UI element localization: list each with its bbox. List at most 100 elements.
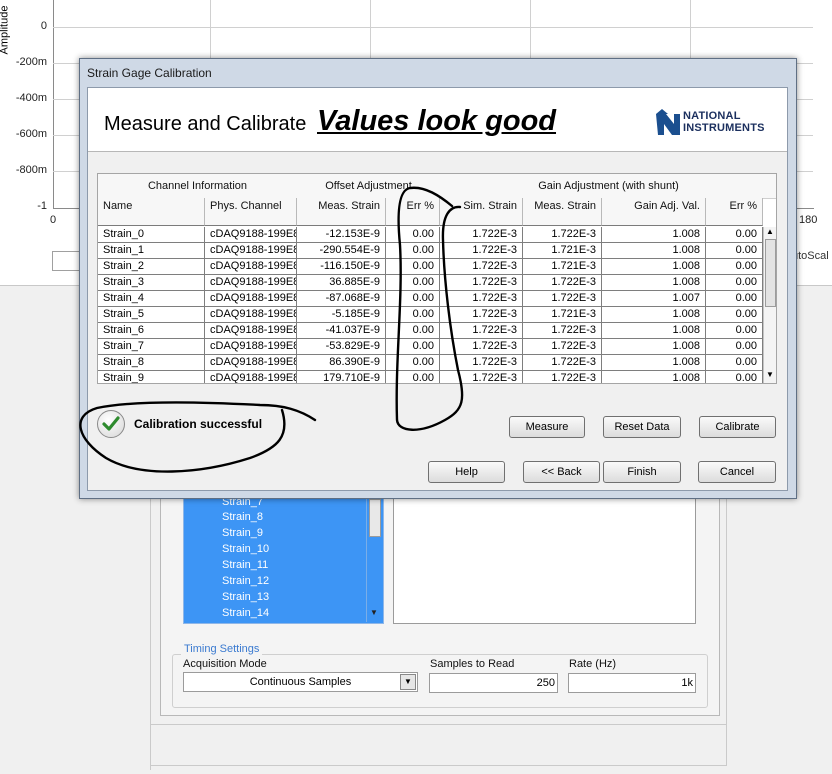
autoscale-label[interactable]: utoScal bbox=[792, 250, 829, 262]
cell-meas-strain[interactable]: -12.153E-9 bbox=[297, 227, 386, 243]
cell-meas-strain[interactable]: -5.185E-9 bbox=[297, 307, 386, 323]
cell-sim-strain[interactable]: 1.722E-3 bbox=[440, 275, 523, 291]
column-header-gain-adj-val[interactable]: Gain Adj. Val. bbox=[602, 198, 706, 226]
cell-gain-err-percent[interactable]: 0.00 bbox=[706, 227, 763, 243]
cell-sim-strain[interactable]: 1.722E-3 bbox=[440, 355, 523, 371]
cell-gain-meas-strain[interactable]: 1.722E-3 bbox=[523, 323, 602, 339]
cell-gain-meas-strain[interactable]: 1.721E-3 bbox=[523, 243, 602, 259]
cell-gain-err-percent[interactable]: 0.00 bbox=[706, 323, 763, 339]
table-row[interactable]: Strain_4 cDAQ9188-199E8 -87.068E-9 0.00 1.72… bbox=[98, 291, 763, 307]
table-row[interactable]: Strain_2 cDAQ9188-199E8 -116.150E-9 0.00 1.7… bbox=[98, 259, 763, 275]
cell-gain-err-percent[interactable]: 0.00 bbox=[706, 307, 763, 323]
scroll-up-icon[interactable]: ▲ bbox=[766, 227, 774, 236]
calibration-table[interactable]: Channel Information Offset Adjustment Ga… bbox=[97, 173, 777, 384]
cell-gain-meas-strain[interactable]: 1.722E-3 bbox=[523, 227, 602, 243]
cell-phys-channel[interactable]: cDAQ9188-199E8 bbox=[205, 291, 297, 307]
cell-name[interactable]: Strain_3 bbox=[98, 275, 205, 291]
column-header-err-percent[interactable]: Err % bbox=[386, 198, 440, 226]
column-header-gain-meas-strain[interactable]: Meas. Strain bbox=[523, 198, 602, 226]
cell-meas-strain[interactable]: 179.710E-9 bbox=[297, 371, 386, 383]
cell-phys-channel[interactable]: cDAQ9188-199E8 bbox=[205, 275, 297, 291]
list-item[interactable]: Strain_12 bbox=[222, 575, 269, 587]
back-button[interactable]: << Back bbox=[523, 461, 600, 483]
cell-phys-channel[interactable]: cDAQ9188-199E8 bbox=[205, 371, 297, 383]
calibrate-button[interactable]: Calibrate bbox=[699, 416, 776, 438]
cell-meas-strain[interactable]: -290.554E-9 bbox=[297, 243, 386, 259]
cell-sim-strain[interactable]: 1.722E-3 bbox=[440, 323, 523, 339]
cell-gain-adj-val[interactable]: 1.008 bbox=[602, 355, 706, 371]
cell-err-percent[interactable]: 0.00 bbox=[386, 307, 440, 323]
scroll-thumb[interactable] bbox=[369, 499, 381, 537]
cell-err-percent[interactable]: 0.00 bbox=[386, 243, 440, 259]
table-row[interactable]: Strain_7 cDAQ9188-199E8 -53.829E-9 0.00 1.72… bbox=[98, 339, 763, 355]
cell-name[interactable]: Strain_5 bbox=[98, 307, 205, 323]
cell-name[interactable]: Strain_6 bbox=[98, 323, 205, 339]
table-row[interactable]: Strain_9 cDAQ9188-199E8 179.710E-9 0.00 1.72… bbox=[98, 371, 763, 383]
cell-phys-channel[interactable]: cDAQ9188-199E8 bbox=[205, 259, 297, 275]
cell-gain-err-percent[interactable]: 0.00 bbox=[706, 339, 763, 355]
cell-phys-channel[interactable]: cDAQ9188-199E8 bbox=[205, 339, 297, 355]
cell-meas-strain[interactable]: -116.150E-9 bbox=[297, 259, 386, 275]
cell-name[interactable]: Strain_9 bbox=[98, 371, 205, 383]
cell-name[interactable]: Strain_4 bbox=[98, 291, 205, 307]
cell-gain-err-percent[interactable]: 0.00 bbox=[706, 291, 763, 307]
list-item[interactable]: Strain_10 bbox=[222, 543, 269, 555]
cell-gain-adj-val[interactable]: 1.008 bbox=[602, 243, 706, 259]
cell-meas-strain[interactable]: 36.885E-9 bbox=[297, 275, 386, 291]
cell-meas-strain[interactable]: -41.037E-9 bbox=[297, 323, 386, 339]
scroll-thumb[interactable] bbox=[765, 239, 776, 307]
cell-meas-strain[interactable]: -53.829E-9 bbox=[297, 339, 386, 355]
column-header-phys-channel[interactable]: Phys. Channel bbox=[205, 198, 297, 226]
cell-err-percent[interactable]: 0.00 bbox=[386, 291, 440, 307]
cell-sim-strain[interactable]: 1.722E-3 bbox=[440, 371, 523, 383]
table-row[interactable]: Strain_3 cDAQ9188-199E8 36.885E-9 0.00 1.722… bbox=[98, 275, 763, 291]
finish-button[interactable]: Finish bbox=[603, 461, 681, 483]
cell-gain-meas-strain[interactable]: 1.722E-3 bbox=[523, 371, 602, 383]
cell-gain-adj-val[interactable]: 1.008 bbox=[602, 339, 706, 355]
cell-sim-strain[interactable]: 1.722E-3 bbox=[440, 307, 523, 323]
cell-gain-meas-strain[interactable]: 1.721E-3 bbox=[523, 307, 602, 323]
cell-phys-channel[interactable]: cDAQ9188-199E8 bbox=[205, 307, 297, 323]
samples-to-read-input[interactable]: 250 bbox=[429, 673, 558, 693]
cell-phys-channel[interactable]: cDAQ9188-199E8 bbox=[205, 227, 297, 243]
channel-list[interactable]: Strain_7 Strain_8 Strain_9 Strain_10 Str… bbox=[183, 496, 384, 624]
column-header-name[interactable]: Name bbox=[98, 198, 205, 226]
list-item[interactable]: Strain_14 bbox=[222, 607, 269, 619]
cell-err-percent[interactable]: 0.00 bbox=[386, 371, 440, 383]
cell-gain-meas-strain[interactable]: 1.722E-3 bbox=[523, 275, 602, 291]
cell-err-percent[interactable]: 0.00 bbox=[386, 355, 440, 371]
cell-gain-meas-strain[interactable]: 1.722E-3 bbox=[523, 339, 602, 355]
cell-meas-strain[interactable]: 86.390E-9 bbox=[297, 355, 386, 371]
cell-gain-adj-val[interactable]: 1.007 bbox=[602, 291, 706, 307]
scroll-down-icon[interactable]: ▼ bbox=[766, 370, 774, 379]
chevron-down-icon[interactable]: ▼ bbox=[400, 674, 416, 690]
cell-gain-err-percent[interactable]: 0.00 bbox=[706, 355, 763, 371]
cell-phys-channel[interactable]: cDAQ9188-199E8 bbox=[205, 243, 297, 259]
cell-name[interactable]: Strain_0 bbox=[98, 227, 205, 243]
scroll-down-icon[interactable]: ▼ bbox=[370, 608, 378, 617]
table-row[interactable]: Strain_1 cDAQ9188-199E8 -290.554E-9 0.00 1.7… bbox=[98, 243, 763, 259]
table-row[interactable]: Strain_8 cDAQ9188-199E8 86.390E-9 0.00 1.722… bbox=[98, 355, 763, 371]
table-row[interactable]: Strain_6 cDAQ9188-199E8 -41.037E-9 0.00 1.72… bbox=[98, 323, 763, 339]
cell-gain-err-percent[interactable]: 0.00 bbox=[706, 259, 763, 275]
list-item[interactable]: Strain_13 bbox=[222, 591, 269, 603]
list-item[interactable]: Strain_9 bbox=[222, 527, 263, 539]
cell-gain-adj-val[interactable]: 1.008 bbox=[602, 323, 706, 339]
cell-sim-strain[interactable]: 1.722E-3 bbox=[440, 227, 523, 243]
cell-gain-adj-val[interactable]: 1.008 bbox=[602, 275, 706, 291]
table-row[interactable]: Strain_5 cDAQ9188-199E8 -5.185E-9 0.00 1.722… bbox=[98, 307, 763, 323]
column-header-gain-err-percent[interactable]: Err % bbox=[706, 198, 763, 226]
cell-gain-adj-val[interactable]: 1.008 bbox=[602, 307, 706, 323]
cell-sim-strain[interactable]: 1.722E-3 bbox=[440, 243, 523, 259]
cell-gain-adj-val[interactable]: 1.008 bbox=[602, 259, 706, 275]
cell-name[interactable]: Strain_8 bbox=[98, 355, 205, 371]
cell-gain-adj-val[interactable]: 1.008 bbox=[602, 371, 706, 383]
cell-phys-channel[interactable]: cDAQ9188-199E8 bbox=[205, 323, 297, 339]
cell-err-percent[interactable]: 0.00 bbox=[386, 323, 440, 339]
cancel-button[interactable]: Cancel bbox=[698, 461, 776, 483]
column-header-sim-strain[interactable]: Sim. Strain bbox=[440, 198, 523, 226]
cell-meas-strain[interactable]: -87.068E-9 bbox=[297, 291, 386, 307]
cell-gain-meas-strain[interactable]: 1.722E-3 bbox=[523, 355, 602, 371]
list-item[interactable]: Strain_8 bbox=[222, 511, 263, 523]
cell-gain-adj-val[interactable]: 1.008 bbox=[602, 227, 706, 243]
